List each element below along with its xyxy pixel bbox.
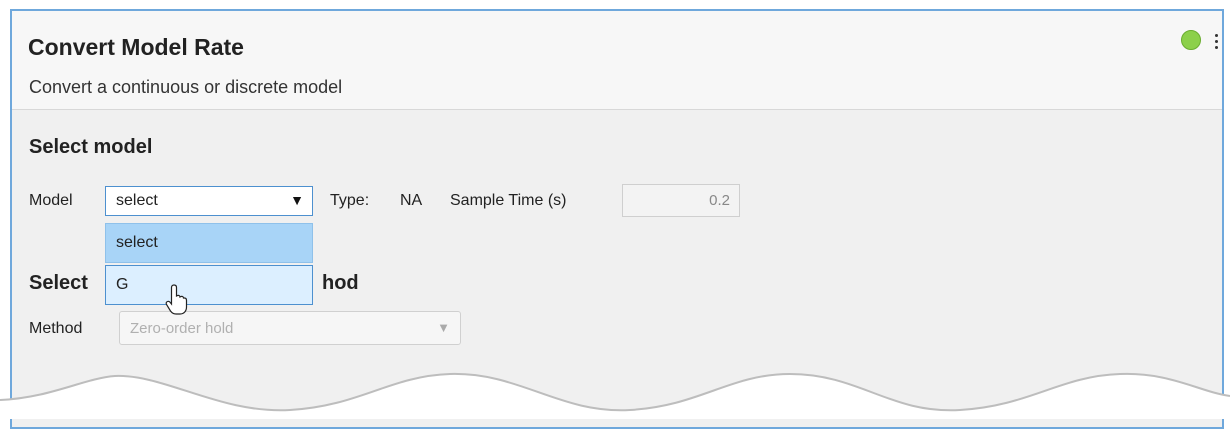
- torn-edge-divider: [0, 372, 1230, 419]
- sample-time-label: Sample Time (s): [450, 192, 567, 209]
- model-label: Model: [29, 192, 73, 209]
- select-model-heading: Select model: [29, 136, 153, 158]
- select-method-heading-left: Select: [29, 272, 88, 294]
- model-select[interactable]: select ▼: [105, 186, 313, 216]
- model-dropdown-list: select G: [105, 223, 313, 307]
- kebab-menu-icon[interactable]: [1214, 34, 1220, 50]
- panel-header: Convert Model Rate Convert a continuous …: [12, 11, 1222, 110]
- chevron-down-icon: ▼: [290, 192, 304, 208]
- dropdown-option-g[interactable]: G: [105, 265, 313, 305]
- status-dot-icon: [1181, 30, 1201, 50]
- panel-subtitle: Convert a continuous or discrete model: [29, 77, 343, 97]
- type-label: Type:: [330, 192, 370, 209]
- type-value: NA: [400, 192, 423, 209]
- select-method-heading-right: hod: [322, 272, 359, 294]
- dropdown-option-label: G: [116, 276, 129, 293]
- sample-time-value: 0.2: [709, 192, 730, 209]
- pointer-cursor-icon: [165, 284, 188, 315]
- dropdown-option-select[interactable]: select: [105, 223, 313, 263]
- method-select-value: Zero-order hold: [130, 320, 234, 337]
- dropdown-option-label: select: [116, 234, 158, 251]
- sample-time-field[interactable]: 0.2: [622, 184, 740, 217]
- model-select-value: select: [116, 192, 158, 209]
- panel-title: Convert Model Rate: [28, 34, 244, 60]
- method-label: Method: [29, 320, 83, 337]
- chevron-down-icon: ▼: [437, 320, 450, 335]
